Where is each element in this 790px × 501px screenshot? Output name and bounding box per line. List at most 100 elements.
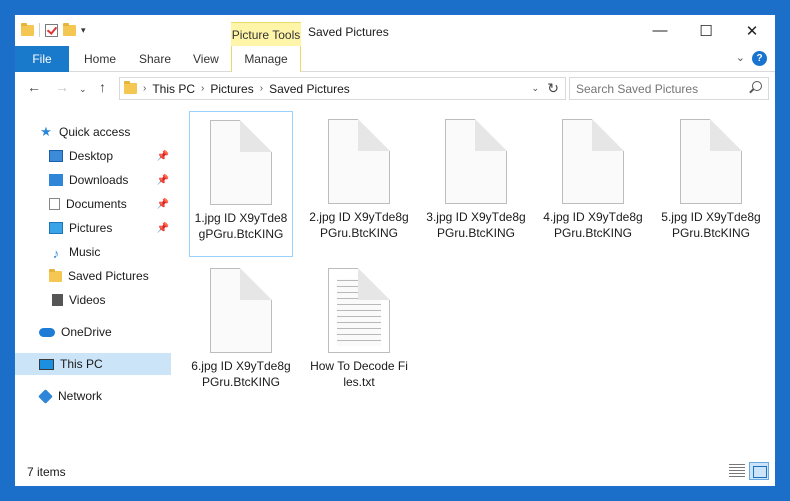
sidebar-item-network[interactable]: Network (38, 385, 179, 407)
forward-arrow-icon[interactable]: → (55, 79, 69, 95)
breadcrumb-pictures[interactable]: Pictures (210, 82, 253, 96)
tab-manage[interactable]: Manage (231, 46, 301, 72)
sidebar-item-this-pc[interactable]: This PC (15, 353, 171, 375)
tab-view[interactable]: View (193, 46, 219, 72)
title-bar: ▾ Picture Tools Saved Pictures — ☐ ✕ (15, 15, 775, 46)
refresh-icon[interactable]: ↻ (547, 80, 559, 97)
file-icon (328, 119, 390, 204)
videos-icon (49, 294, 63, 306)
file-name: 5.jpg ID X9yTde8gPGru.BtcKING (661, 210, 761, 240)
sidebar-item-onedrive[interactable]: OneDrive (39, 321, 179, 343)
navigation-pane: ★ Quick access Desktop 📌 Downloads 📌 Doc… (15, 107, 187, 459)
sidebar-item-label: Saved Pictures (68, 269, 149, 283)
address-dropdown-icon[interactable]: ⌄ (531, 83, 539, 94)
sidebar-item-label: This PC (60, 357, 103, 371)
back-arrow-icon[interactable]: ← (27, 79, 41, 95)
close-button[interactable]: ✕ (729, 15, 775, 46)
sidebar-item-label: Network (58, 389, 103, 403)
pictures-icon (49, 222, 63, 234)
chevron-right-icon[interactable]: › (143, 83, 146, 94)
details-view-icon[interactable] (729, 464, 745, 478)
tab-share[interactable]: Share (139, 46, 171, 72)
file-name: 4.jpg ID X9yTde8gPGru.BtcKING (543, 210, 643, 240)
maximize-button[interactable]: ☐ (683, 15, 729, 46)
chevron-down-icon[interactable]: ⌄ (736, 51, 745, 64)
sidebar-item-label: Desktop (69, 149, 114, 163)
folder-icon (49, 268, 62, 282)
sidebar-item-label: Documents (66, 197, 127, 211)
new-folder-icon[interactable] (63, 22, 76, 36)
sidebar-item-videos[interactable]: Videos (49, 289, 169, 311)
file-icon (445, 119, 507, 204)
sidebar-item-music[interactable]: ♪ Music (49, 241, 169, 263)
explorer-window: ▾ Picture Tools Saved Pictures — ☐ ✕ Fil… (14, 14, 776, 487)
star-icon: ★ (40, 124, 52, 139)
file-icon (562, 119, 624, 204)
music-icon: ♪ (52, 246, 60, 261)
picture-tools-group: Picture Tools (231, 22, 301, 46)
file-item[interactable]: 2.jpg ID X9yTde8gPGru.BtcKING (307, 111, 411, 257)
file-list: 1.jpg ID X9yTde8gPGru.BtcKING 2.jpg ID X… (187, 107, 775, 459)
recent-locations-icon[interactable]: ⌄ (79, 84, 87, 95)
sidebar-item-label: OneDrive (61, 325, 112, 339)
tab-file[interactable]: File (15, 46, 69, 72)
ribbon-tabs: File Home Share View Manage ⌄ ? (15, 46, 775, 72)
file-item[interactable]: 1.jpg ID X9yTde8gPGru.BtcKING (189, 111, 293, 257)
file-name: 3.jpg ID X9yTde8gPGru.BtcKING (426, 210, 526, 240)
file-icon (210, 120, 272, 205)
quick-access-toolbar: ▾ (21, 22, 86, 37)
sidebar-item-documents[interactable]: Documents 📌 (49, 193, 169, 215)
minimize-button[interactable]: — (637, 15, 683, 46)
breadcrumb-saved-pictures[interactable]: Saved Pictures (269, 82, 350, 96)
pin-icon[interactable]: 📌 (157, 151, 169, 162)
folder-icon[interactable] (21, 22, 34, 36)
text-file-icon (328, 268, 390, 353)
file-item[interactable]: 4.jpg ID X9yTde8gPGru.BtcKING (541, 111, 645, 257)
address-bar[interactable]: › This PC › Pictures › Saved Pictures ⌄ … (119, 77, 566, 100)
documents-icon (49, 198, 60, 210)
folder-icon (124, 81, 137, 94)
file-name: 2.jpg ID X9yTde8gPGru.BtcKING (309, 210, 409, 240)
file-icon (680, 119, 742, 204)
sidebar-item-label: Music (69, 245, 101, 259)
search-input[interactable] (576, 81, 744, 96)
cloud-icon (39, 327, 55, 337)
sidebar-item-label: Downloads (69, 173, 129, 187)
sidebar-item-label: Videos (69, 293, 106, 307)
up-arrow-icon[interactable]: ↑ (99, 79, 106, 95)
file-item[interactable]: 5.jpg ID X9yTde8gPGru.BtcKING (659, 111, 763, 257)
sidebar-item-desktop[interactable]: Desktop 📌 (49, 145, 169, 167)
file-item[interactable]: How To Decode Files.txt (307, 260, 411, 406)
sidebar-item-saved-pictures[interactable]: Saved Pictures (49, 265, 179, 287)
chevron-right-icon[interactable]: › (201, 83, 204, 94)
sidebar-item-label: Pictures (69, 221, 113, 235)
file-icon (210, 268, 272, 353)
sidebar-item-quick-access[interactable]: ★ Quick access (39, 121, 179, 143)
pin-icon[interactable]: 📌 (157, 175, 169, 186)
toolbar-separator (39, 23, 40, 37)
sidebar-item-downloads[interactable]: Downloads 📌 (49, 169, 169, 191)
pc-icon (39, 358, 54, 370)
window-title: Saved Pictures (308, 25, 389, 39)
help-icon[interactable]: ? (752, 51, 767, 66)
file-name: How To Decode Files.txt (310, 359, 408, 389)
file-name: 6.jpg ID X9yTde8gPGru.BtcKING (191, 359, 291, 389)
sidebar-item-label: Quick access (59, 125, 131, 139)
properties-icon[interactable] (45, 23, 58, 37)
large-icons-view-icon[interactable] (749, 462, 769, 480)
customize-toolbar-icon[interactable]: ▾ (81, 25, 86, 36)
item-count: 7 items (27, 465, 66, 479)
navigation-bar: ← → ⌄ ↑ › This PC › Pictures › Saved Pic… (15, 73, 775, 103)
breadcrumb-this-pc[interactable]: This PC (152, 82, 195, 96)
search-box[interactable] (569, 77, 769, 100)
file-item[interactable]: 3.jpg ID X9yTde8gPGru.BtcKING (424, 111, 528, 257)
tab-home[interactable]: Home (84, 46, 116, 72)
pin-icon[interactable]: 📌 (157, 199, 169, 210)
chevron-right-icon[interactable]: › (260, 83, 263, 94)
search-icon[interactable] (752, 81, 762, 91)
network-icon (38, 388, 53, 404)
sidebar-item-pictures[interactable]: Pictures 📌 (49, 217, 169, 239)
pin-icon[interactable]: 📌 (157, 223, 169, 234)
file-item[interactable]: 6.jpg ID X9yTde8gPGru.BtcKING (189, 260, 293, 406)
downloads-icon (49, 174, 63, 186)
